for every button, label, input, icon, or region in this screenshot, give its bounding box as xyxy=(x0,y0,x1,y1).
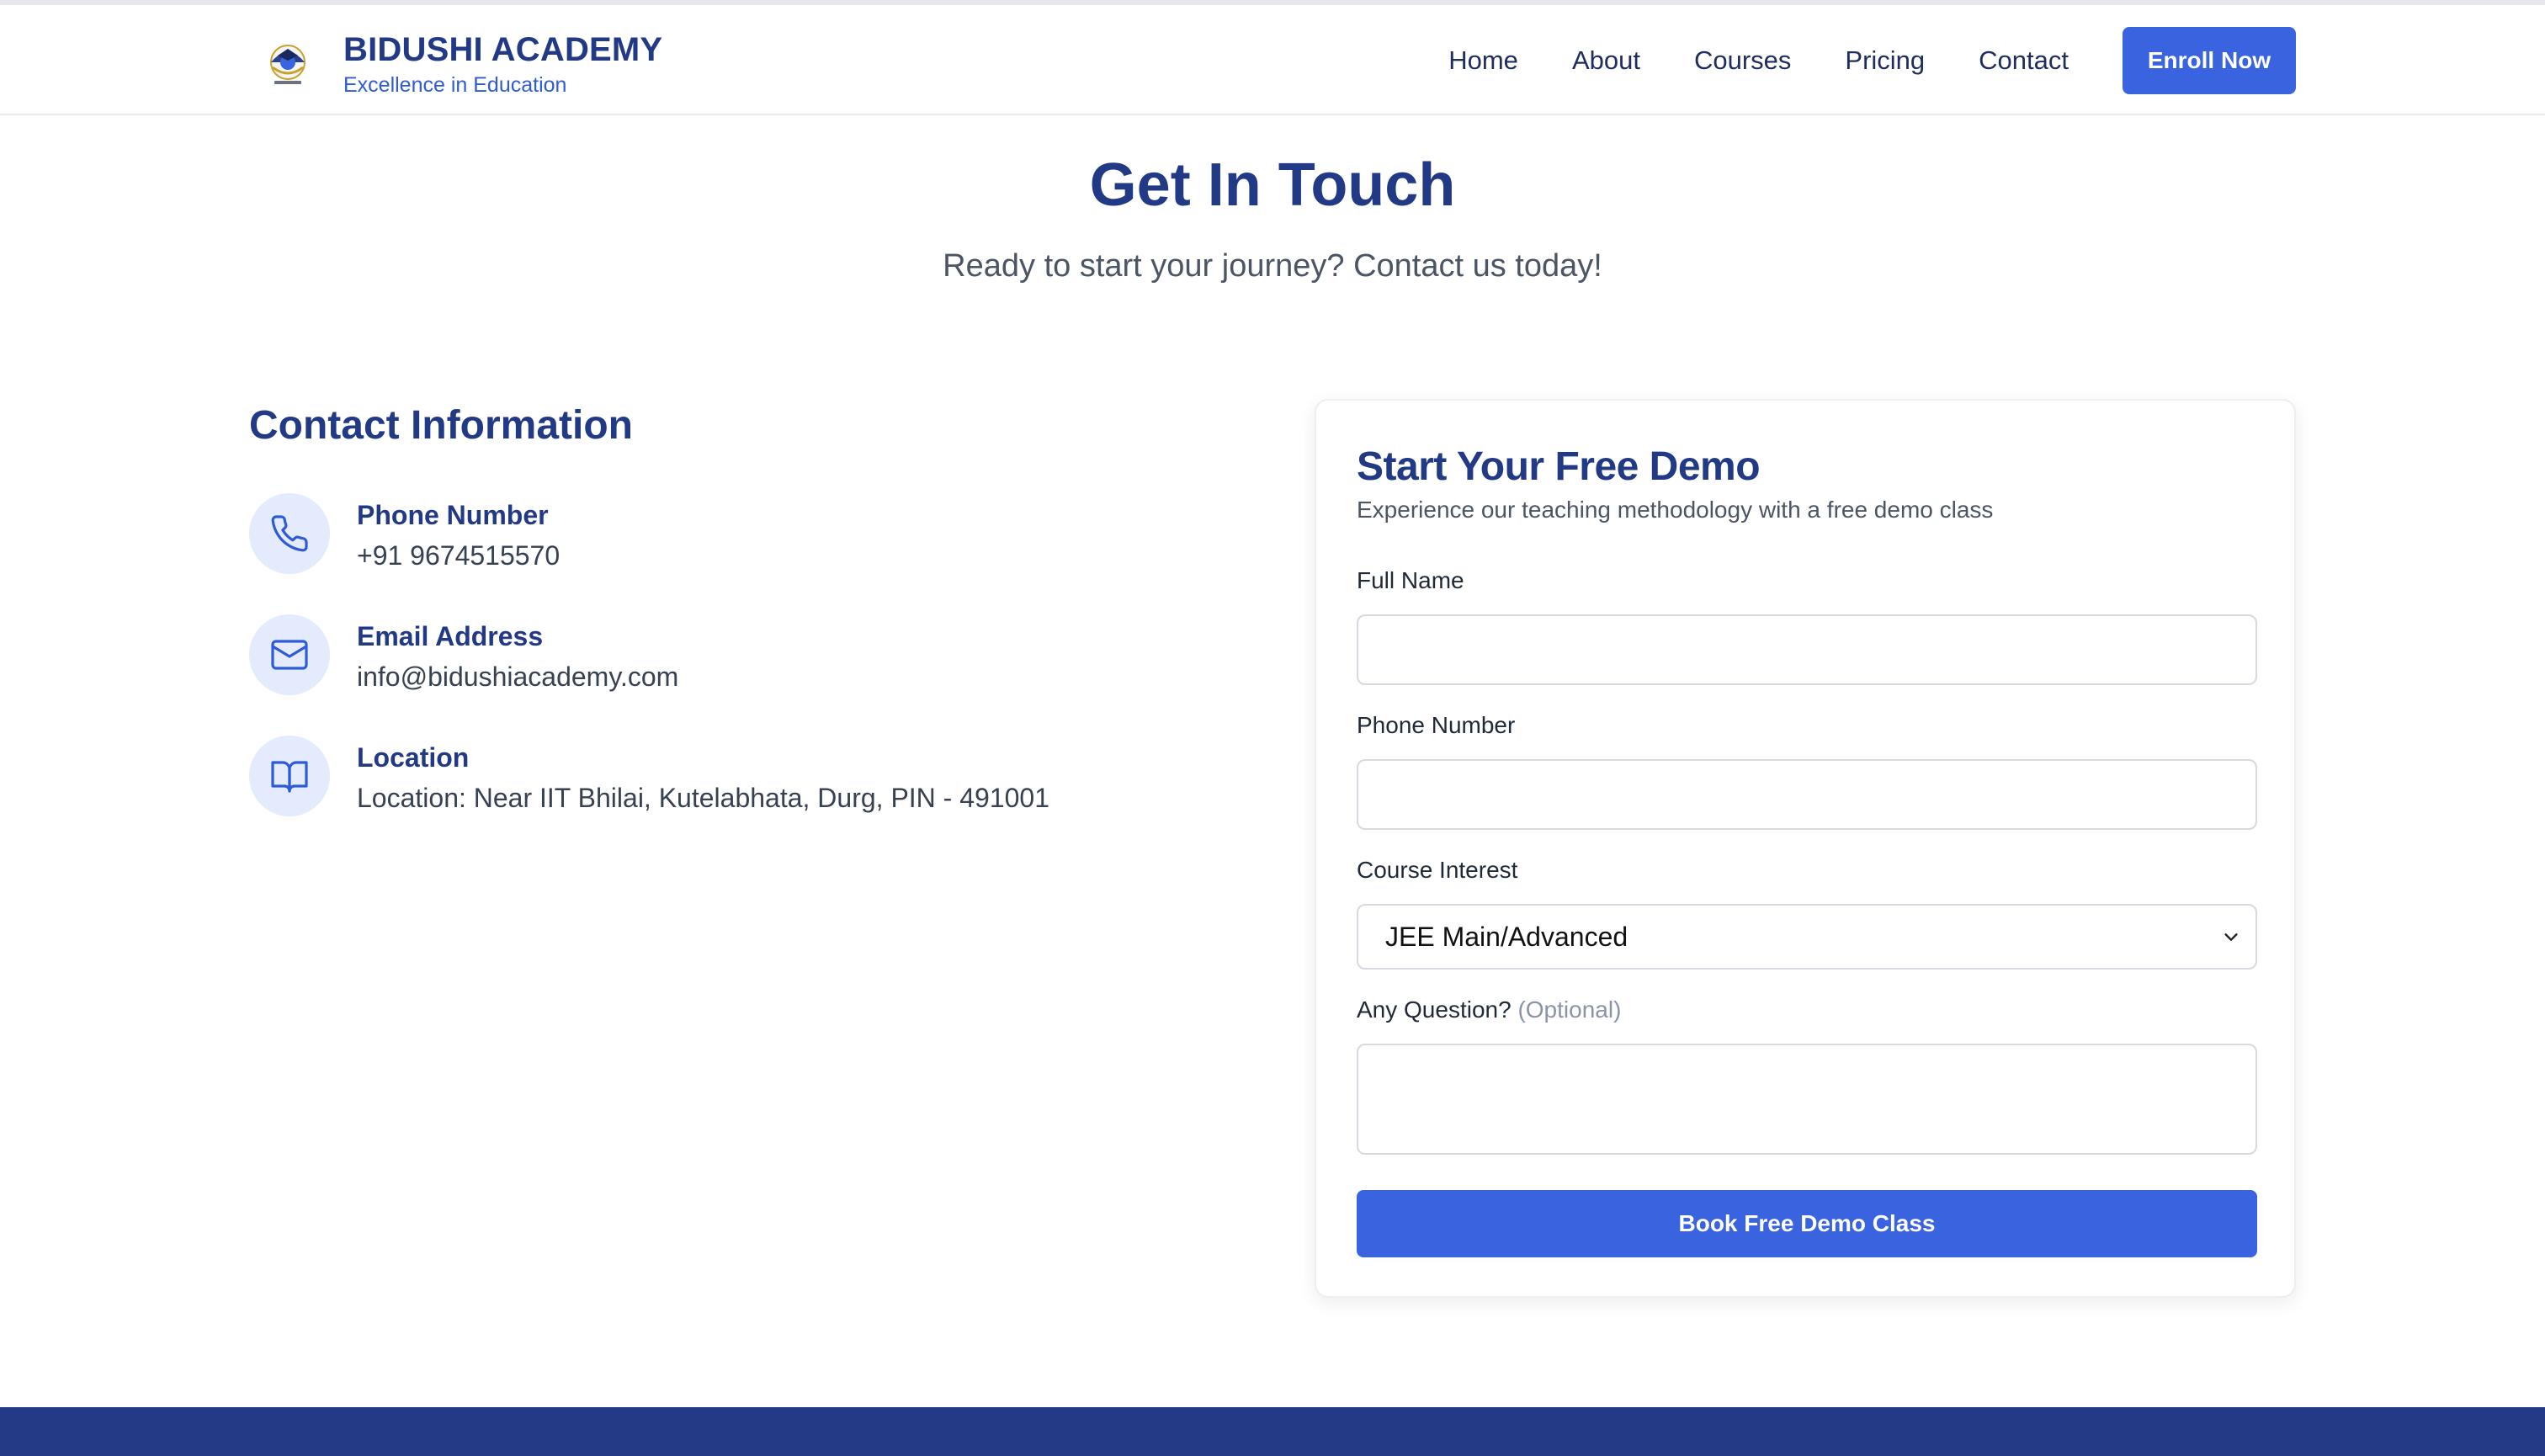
demo-form-card: Start Your Free Demo Experience our teac… xyxy=(1315,399,2296,1298)
phone-icon xyxy=(249,493,330,574)
contact-item-value: info@bidushiacademy.com xyxy=(357,662,679,692)
contact-item-label: Email Address xyxy=(357,621,544,651)
contact-info-title: Contact Information xyxy=(249,403,633,448)
demo-form-title: Start Your Free Demo xyxy=(1357,444,1761,489)
site-header: BIDUSHI ACADEMY Excellence in Education … xyxy=(0,5,2545,115)
page-subtitle: Ready to start your journey? Contact us … xyxy=(943,248,1602,284)
phone-label: Phone Number xyxy=(1357,712,1516,738)
contact-page: BIDUSHI ACADEMY Excellence in Education … xyxy=(0,0,2545,1456)
brand[interactable]: BIDUSHI ACADEMY Excellence in Education xyxy=(261,30,662,98)
question-textarea[interactable] xyxy=(1357,1044,2257,1155)
course-interest-select[interactable]: JEE Main/Advanced xyxy=(1357,904,2257,970)
book-demo-button[interactable]: Book Free Demo Class xyxy=(1357,1190,2257,1257)
contact-item-label: Phone Number xyxy=(357,500,549,530)
nav-courses[interactable]: Courses xyxy=(1694,44,1791,77)
main-nav: Home About Courses Pricing Contact Enrol… xyxy=(1448,27,2296,94)
contact-item-email: Email Address info@bidushiacademy.com xyxy=(249,614,1175,699)
chevron-down-icon xyxy=(2224,933,2238,941)
brand-name: BIDUSHI ACADEMY xyxy=(343,31,663,68)
question-label-text: Any Question? xyxy=(1357,996,1512,1023)
question-label: Any Question? (Optional) xyxy=(1357,995,1621,1025)
question-field-wrapper xyxy=(1357,1044,2257,1155)
contact-item-value: Location: Near IIT Bhilai, Kutelabhata, … xyxy=(357,783,1049,813)
contact-item-value: +91 9674515570 xyxy=(357,540,561,571)
mail-icon xyxy=(249,614,330,695)
full-name-label: Full Name xyxy=(1357,567,1464,593)
contact-item-phone: Phone Number +91 9674515570 xyxy=(249,493,1175,577)
contact-item-label: Location xyxy=(357,742,470,773)
book-icon xyxy=(249,736,330,816)
contact-item-location: Location Location: Near IIT Bhilai, Kute… xyxy=(249,736,1175,820)
demo-form-subtitle: Experience our teaching methodology with… xyxy=(1357,497,1994,523)
brand-tagline: Excellence in Education xyxy=(343,73,567,97)
course-selected-value: JEE Main/Advanced xyxy=(1385,921,1628,952)
optional-note: (Optional) xyxy=(1517,996,1622,1023)
phone-input[interactable] xyxy=(1357,759,2257,830)
page-title: Get In Touch xyxy=(1089,151,1456,219)
academy-logo-icon xyxy=(270,45,306,84)
full-name-input[interactable] xyxy=(1357,614,2257,685)
nav-pricing[interactable]: Pricing xyxy=(1845,44,1925,77)
nav-contact[interactable]: Contact xyxy=(1979,44,2069,77)
nav-about[interactable]: About xyxy=(1572,44,1640,77)
course-interest-label: Course Interest xyxy=(1357,857,1518,883)
enroll-now-button[interactable]: Enroll Now xyxy=(2123,27,2296,94)
footer-band xyxy=(0,1407,2545,1456)
nav-home[interactable]: Home xyxy=(1448,44,1518,77)
